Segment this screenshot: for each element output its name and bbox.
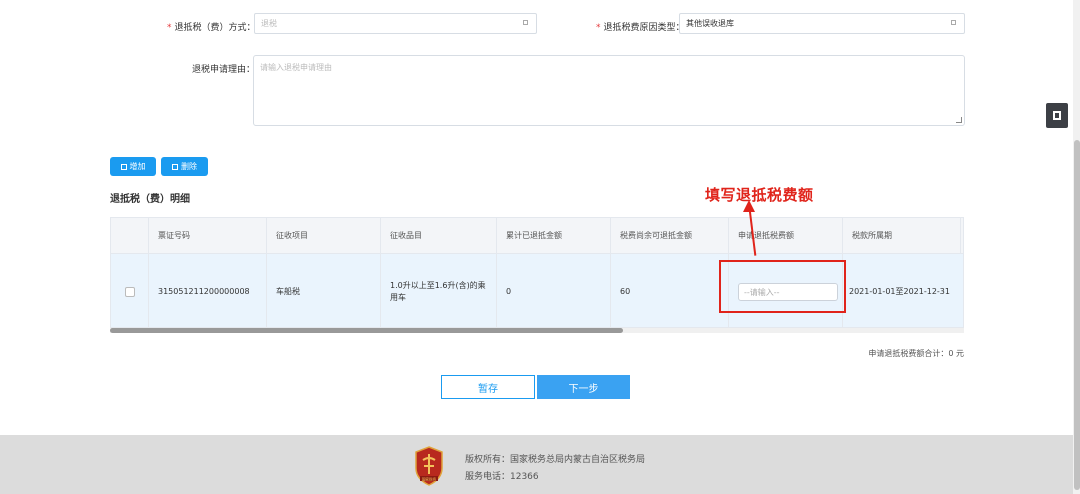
reason-type-select[interactable]: 其他误收退库 — [679, 13, 965, 34]
add-icon — [120, 163, 127, 170]
header-cell: 税费尚余可退抵金额 — [611, 218, 729, 253]
add-button[interactable]: 增加 — [110, 157, 156, 176]
section-title: 退抵税（费）明细 — [110, 194, 190, 205]
side-float-button[interactable] — [1046, 103, 1068, 128]
square-icon — [1053, 111, 1061, 120]
sub-item-cell: 1.0升以上至1.6升(含)的乘用车 — [381, 254, 497, 327]
save-button[interactable]: 暂存 — [441, 375, 535, 399]
header-cell: 申请退抵税费额 — [729, 218, 843, 253]
item-cell: 车船税 — [267, 254, 381, 327]
refund-method-select[interactable]: 退税 — [254, 13, 537, 34]
header-checkbox-col — [111, 218, 149, 253]
period-cell: 2021-01-01至2021-12-31 — [843, 254, 963, 327]
header-cell: 征收项目 — [267, 218, 381, 253]
refunded-cell: 0 — [497, 254, 611, 327]
refund-method-label: * 退抵税（费）方式： — [167, 23, 256, 33]
next-button[interactable]: 下一步 — [537, 375, 630, 399]
header-cell: 税款所属期 — [843, 218, 961, 253]
remaining-cell: 60 — [611, 254, 729, 327]
resize-handle-icon[interactable] — [956, 117, 962, 123]
footer-copyright: 版权所有：国家税务总局内蒙古自治区税务局 — [465, 455, 646, 465]
select-caret-icon — [951, 20, 956, 25]
svg-text:国家税务: 国家税务 — [422, 476, 437, 481]
delete-button[interactable]: 删除 — [161, 157, 208, 176]
vertical-scrollbar-thumb[interactable] — [1074, 140, 1080, 490]
total-amount: 申请退抵税费额合计：0 元 — [868, 349, 964, 358]
header-cell: 票证号码 — [149, 218, 267, 253]
tax-emblem-icon: 国家税务 — [415, 446, 443, 486]
row-checkbox-cell — [111, 254, 149, 327]
horizontal-scrollbar[interactable] — [110, 328, 964, 333]
annotation-highlight-box — [719, 260, 846, 313]
footer-phone: 服务电话：12366 — [465, 472, 539, 482]
ticket-no-cell: 315051211200000008 — [149, 254, 267, 327]
annotation-text: 填写退抵税费额 — [705, 186, 814, 204]
reason-textarea[interactable]: 请输入退税申请理由 — [253, 55, 965, 126]
reason-type-label: * 退抵税费原因类型： — [596, 23, 685, 33]
table-header: 票证号码 征收项目 征收品目 累计已退抵金额 税费尚余可退抵金额 申请退抵税费额… — [111, 218, 963, 254]
header-cell: 征收品目 — [381, 218, 497, 253]
header-cell: 累计已退抵金额 — [497, 218, 611, 253]
horizontal-scrollbar-thumb[interactable] — [110, 328, 623, 333]
reason-label: 退税申请理由： — [192, 65, 256, 75]
select-caret-icon — [523, 20, 528, 25]
delete-icon — [172, 163, 178, 170]
row-checkbox[interactable] — [125, 286, 135, 297]
